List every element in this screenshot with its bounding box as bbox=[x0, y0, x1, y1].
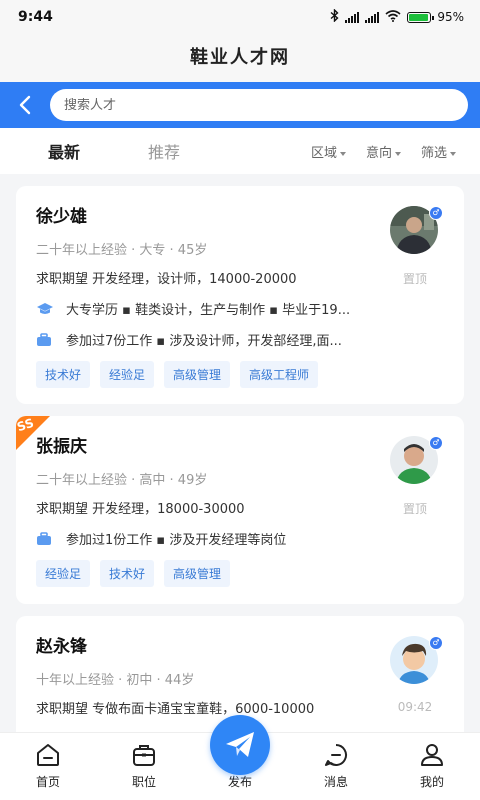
bluetooth-icon bbox=[330, 8, 339, 25]
candidate-meta: 二十年以上经验 · 高中 · 49岁 bbox=[36, 473, 208, 488]
candidate-meta: 二十年以上经验 · 大专 · 45岁 bbox=[36, 243, 208, 258]
nav-home[interactable]: 首页 bbox=[0, 733, 96, 800]
filter-intention[interactable]: 意向 bbox=[366, 142, 401, 161]
nav-messages[interactable]: 消息 bbox=[288, 733, 384, 800]
tag: 高级工程师 bbox=[240, 361, 319, 388]
tag-list: 经验足 技术好 高级管理 bbox=[36, 560, 444, 587]
candidate-card[interactable]: SS 张振庆 二十年以上经验 · 高中 · 49岁 求职期望 开发经理，1800… bbox=[16, 416, 464, 604]
dropdown-triangle-icon bbox=[339, 151, 346, 156]
filter-region[interactable]: 区域 bbox=[311, 142, 346, 161]
male-icon: ♂ bbox=[429, 436, 443, 450]
pinned-label: 置顶 bbox=[402, 502, 427, 516]
candidate-name: 张振庆 bbox=[36, 437, 87, 457]
briefcase-icon bbox=[36, 531, 54, 546]
pinned-label: 置顶 bbox=[402, 272, 427, 286]
dropdown-triangle-icon bbox=[450, 151, 456, 156]
battery-percent: 95% bbox=[437, 10, 464, 24]
dropdown-triangle-icon bbox=[394, 151, 401, 156]
page-title: 鞋业人才网 bbox=[0, 34, 480, 82]
male-icon: ♂ bbox=[429, 206, 443, 220]
job-expectation: 求职期望 开发经理，18000-30000 bbox=[36, 502, 245, 517]
battery-icon bbox=[407, 11, 435, 23]
home-icon bbox=[37, 744, 59, 766]
tag: 经验足 bbox=[100, 361, 155, 388]
nav-profile[interactable]: 我的 bbox=[384, 733, 480, 800]
tab-latest[interactable]: 最新 bbox=[48, 139, 80, 163]
time-label: 09:42 bbox=[397, 700, 433, 714]
tag: 经验足 bbox=[36, 560, 91, 587]
nav-jobs[interactable]: 职位 bbox=[96, 733, 192, 800]
paper-plane-icon bbox=[226, 732, 254, 757]
tag: 技术好 bbox=[36, 361, 91, 388]
publish-button[interactable] bbox=[210, 715, 270, 775]
search-input[interactable] bbox=[64, 97, 468, 113]
cellular-signal-2-icon bbox=[365, 11, 380, 23]
graduation-cap-icon bbox=[36, 302, 54, 316]
briefcase-icon bbox=[36, 332, 54, 347]
candidate-card[interactable]: 徐少雄 二十年以上经验 · 大专 · 45岁 求职期望 开发经理，设计师，140… bbox=[16, 186, 464, 404]
tag: 高级管理 bbox=[164, 361, 231, 388]
candidate-meta: 十年以上经验 · 初中 · 44岁 bbox=[36, 673, 195, 688]
work-experience-line: 参加过1份工作 ▪ 涉及开发经理等岗位 bbox=[36, 529, 444, 548]
tab-recommended[interactable]: 推荐 bbox=[148, 139, 180, 163]
male-icon: ♂ bbox=[429, 636, 443, 650]
job-expectation: 求职期望 开发经理，设计师，14000-20000 bbox=[36, 272, 297, 287]
back-button[interactable] bbox=[10, 90, 40, 120]
candidate-list: 徐少雄 二十年以上经验 · 大专 · 45岁 求职期望 开发经理，设计师，140… bbox=[16, 186, 464, 768]
search-header bbox=[0, 82, 480, 128]
tab-filter-row: 最新 推荐 区域 意向 筛选 bbox=[0, 128, 480, 174]
status-bar: 9:44 95% bbox=[0, 0, 480, 34]
candidate-name: 赵永锋 bbox=[36, 637, 87, 657]
search-box[interactable] bbox=[50, 89, 468, 121]
chevron-left-icon bbox=[19, 95, 31, 115]
cellular-signal-icon bbox=[345, 11, 360, 23]
education-line: 大专学历 ▪ 鞋类设计，生产与制作 ▪ 毕业于19... bbox=[36, 299, 444, 318]
tag: 技术好 bbox=[100, 560, 155, 587]
message-icon bbox=[325, 744, 347, 766]
tag: 高级管理 bbox=[164, 560, 231, 587]
candidate-name: 徐少雄 bbox=[36, 207, 87, 227]
filter-screen[interactable]: 筛选 bbox=[421, 142, 456, 161]
tag-list: 技术好 经验足 高级管理 高级工程师 bbox=[36, 361, 444, 388]
briefcase-icon bbox=[133, 745, 155, 766]
user-icon bbox=[421, 744, 443, 766]
wifi-icon bbox=[385, 9, 401, 25]
status-time: 9:44 bbox=[18, 9, 53, 25]
work-experience-line: 参加过7份工作 ▪ 涉及设计师，开发部经理,面... bbox=[36, 330, 444, 349]
